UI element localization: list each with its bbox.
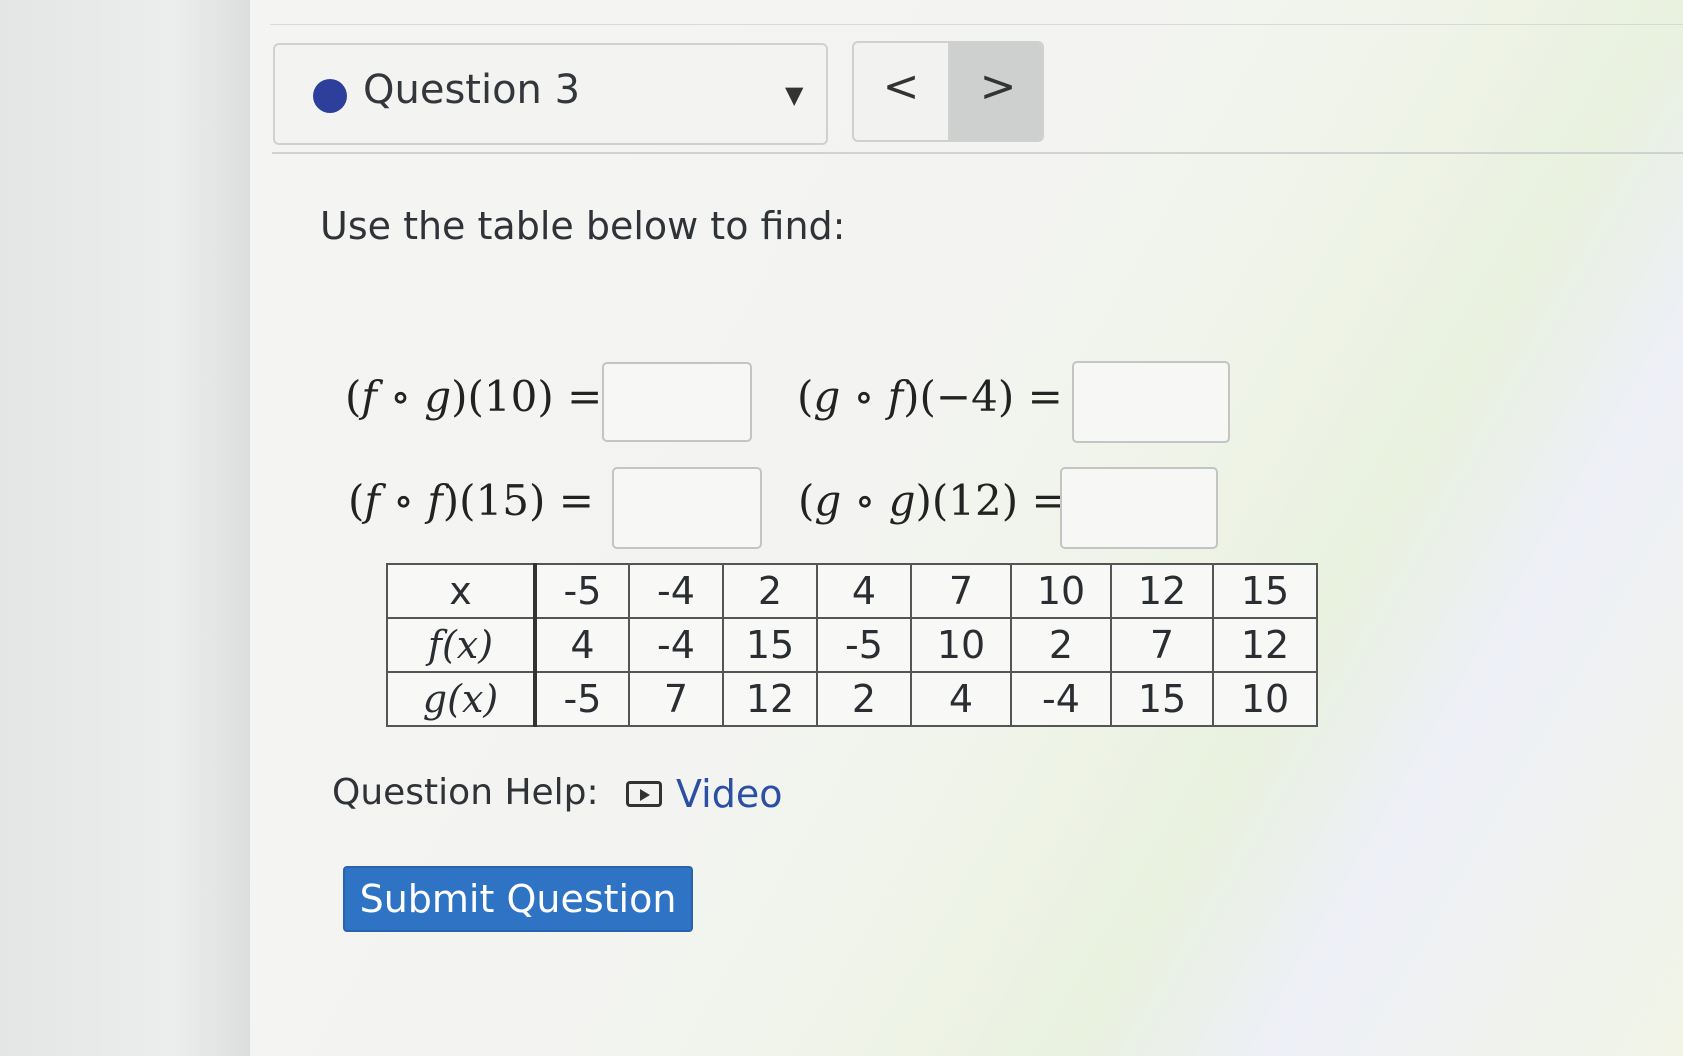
video-link-label: Video xyxy=(676,772,783,816)
table-cell: 7 xyxy=(910,563,1012,619)
table-row-f: f(x) 4 -4 15 -5 10 2 7 12 xyxy=(386,617,1318,673)
table-cell: 15 xyxy=(722,617,818,673)
submit-question-button[interactable]: Submit Question xyxy=(343,866,693,932)
table-cell: 7 xyxy=(628,671,724,727)
table-cell: 15 xyxy=(1110,671,1214,727)
table-row-x: x -5 -4 2 4 7 10 12 15 xyxy=(386,563,1318,619)
answer-input-f-of-g[interactable] xyxy=(602,362,752,442)
table-cell: 12 xyxy=(1110,563,1214,619)
table-cell: 10 xyxy=(910,617,1012,673)
question-nav: < > xyxy=(852,41,1044,142)
answer-input-g-of-f[interactable] xyxy=(1072,361,1230,443)
table-cell: 4 xyxy=(910,671,1012,727)
expression-g-of-f: (g ∘ f)(−4) = xyxy=(797,372,1063,421)
next-question-button[interactable]: > xyxy=(950,43,1042,140)
question-label: Question 3 xyxy=(363,67,581,113)
table-cell: -5 xyxy=(534,671,630,727)
table-cell: 10 xyxy=(1212,671,1318,727)
table-cell: -5 xyxy=(534,563,630,619)
table-cell: 12 xyxy=(1212,617,1318,673)
video-play-icon xyxy=(626,781,662,807)
chevron-right-icon: > xyxy=(979,61,1017,112)
video-help-link[interactable]: Video xyxy=(626,772,782,816)
table-cell: 7 xyxy=(1110,617,1214,673)
table-row-g: g(x) -5 7 12 2 4 -4 15 10 xyxy=(386,671,1318,727)
table-cell: -4 xyxy=(628,617,724,673)
table-header-f: f(x) xyxy=(386,617,537,673)
table-cell: -4 xyxy=(628,563,724,619)
question-selector[interactable]: Question 3 ▼ xyxy=(273,43,828,145)
table-cell: 10 xyxy=(1010,563,1112,619)
table-cell: -5 xyxy=(816,617,912,673)
function-table: x -5 -4 2 4 7 10 12 15 f(x) 4 -4 15 -5 1… xyxy=(386,563,1318,727)
left-gutter xyxy=(0,0,250,1056)
table-cell: 4 xyxy=(534,617,630,673)
expression-f-of-g: (f ∘ g)(10) = xyxy=(345,372,603,421)
table-cell: 15 xyxy=(1212,563,1318,619)
table-header-g: g(x) xyxy=(386,671,537,727)
question-help-label: Question Help: xyxy=(332,772,599,813)
table-header-x: x xyxy=(386,563,537,619)
header-divider xyxy=(272,152,1683,154)
answer-input-f-of-f[interactable] xyxy=(612,467,762,549)
caret-down-icon: ▼ xyxy=(785,81,804,109)
instruction-text: Use the table below to find: xyxy=(320,204,846,248)
answer-input-g-of-g[interactable] xyxy=(1060,467,1218,549)
top-divider xyxy=(270,24,1683,25)
table-cell: -4 xyxy=(1010,671,1112,727)
status-dot-icon xyxy=(313,79,347,113)
table-cell: 2 xyxy=(722,563,818,619)
table-cell: 12 xyxy=(722,671,818,727)
previous-question-button[interactable]: < xyxy=(854,43,950,140)
chevron-left-icon: < xyxy=(882,61,920,112)
table-cell: 4 xyxy=(816,563,912,619)
expression-g-of-g: (g ∘ g)(12) = xyxy=(798,476,1067,525)
table-cell: 2 xyxy=(816,671,912,727)
expression-f-of-f: (f ∘ f)(15) = xyxy=(348,476,594,525)
table-cell: 2 xyxy=(1010,617,1112,673)
